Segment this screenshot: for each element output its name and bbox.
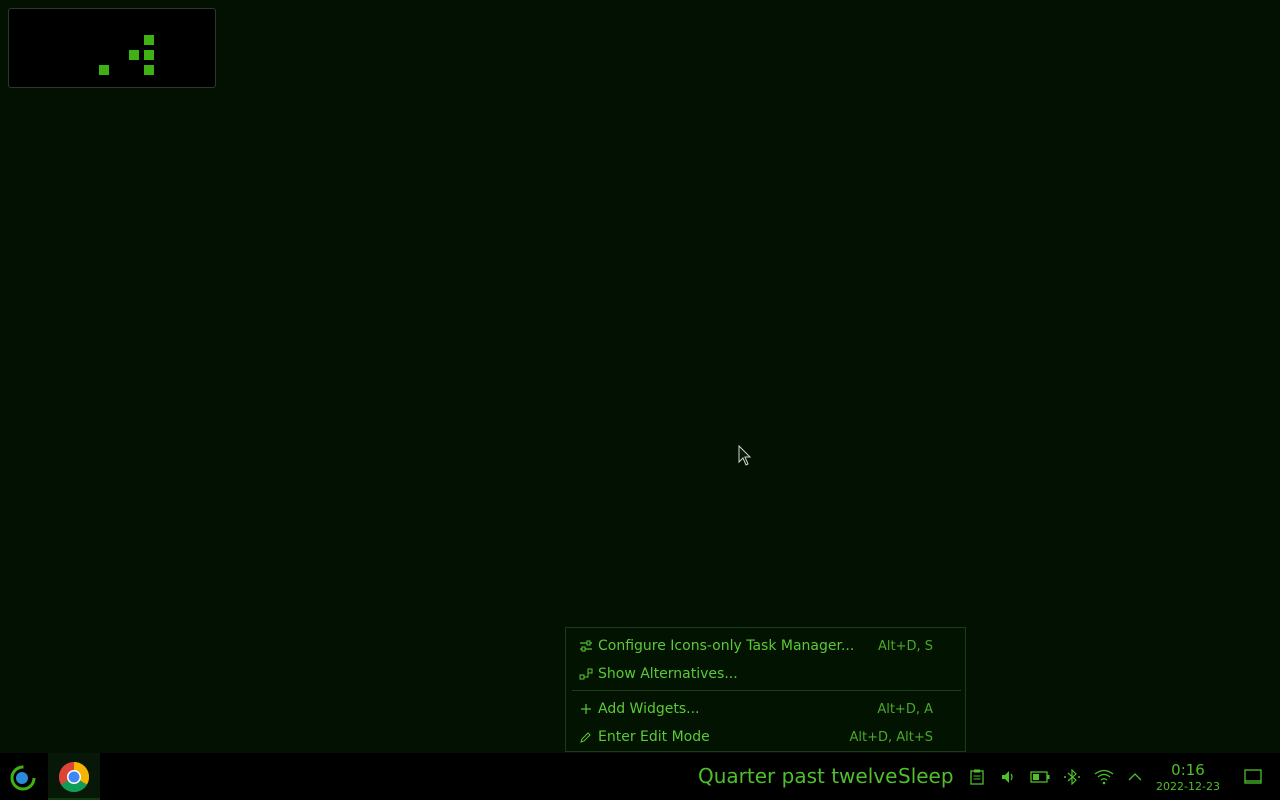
menu-item-add-widgets[interactable]: Add Widgets... Alt+D, A [566,695,965,723]
menu-item-shortcut: Alt+D, A [877,701,933,717]
expand-tray-icon[interactable] [1125,767,1145,787]
menu-item-label: Enter Edit Mode [598,729,710,745]
binary-clock-bit [99,65,109,75]
menu-item-label: Add Widgets... [598,701,700,717]
menu-item-configure[interactable]: Configure Icons-only Task Manager... Alt… [566,632,965,660]
context-menu: Configure Icons-only Task Manager... Alt… [565,627,966,752]
sleep-button[interactable]: Sleep [898,764,954,788]
clipboard-icon[interactable] [967,767,987,787]
task-chrome[interactable] [48,753,100,800]
digital-clock-time[interactable]: 0:16 [1156,761,1220,779]
menu-item-shortcut: Alt+D, S [877,638,933,654]
edit-icon [576,731,596,743]
mouse-cursor-icon [738,444,752,471]
menu-item-show-alternatives[interactable]: Show Alternatives... [566,660,965,688]
alternatives-icon [576,668,596,680]
menu-separator [572,690,961,691]
digital-clock-date[interactable]: 2022-12-23 [1152,780,1224,793]
binary-clock-bit [129,50,139,60]
binary-clock-bit [144,50,154,60]
menu-item-shortcut: Alt+D, Alt+S [849,729,933,745]
binary-clock-bit [144,65,154,75]
fuzzy-clock[interactable]: Quarter past twelve [698,764,897,788]
menu-item-edit-mode[interactable]: Enter Edit Mode Alt+D, Alt+S [566,723,965,751]
add-icon [576,703,596,715]
battery-icon[interactable] [1030,767,1050,787]
binary-clock-widget[interactable] [8,8,216,88]
chrome-icon [58,761,90,792]
taskbar: Quarter past twelve Sleep 0:16 2022-12-2… [0,753,1280,800]
show-desktop-icon[interactable] [1243,767,1263,787]
menu-item-label: Show Alternatives... [598,666,738,682]
menu-item-label: Configure Icons-only Task Manager... [598,638,855,654]
desktop[interactable]: Configure Icons-only Task Manager... Alt… [0,0,1280,753]
volume-icon[interactable] [998,767,1018,787]
binary-clock-bit [144,35,154,45]
bluetooth-icon[interactable] [1062,767,1082,787]
app-launcher-icon[interactable] [8,762,38,792]
configure-icon [576,640,596,652]
wifi-icon[interactable] [1094,767,1114,787]
